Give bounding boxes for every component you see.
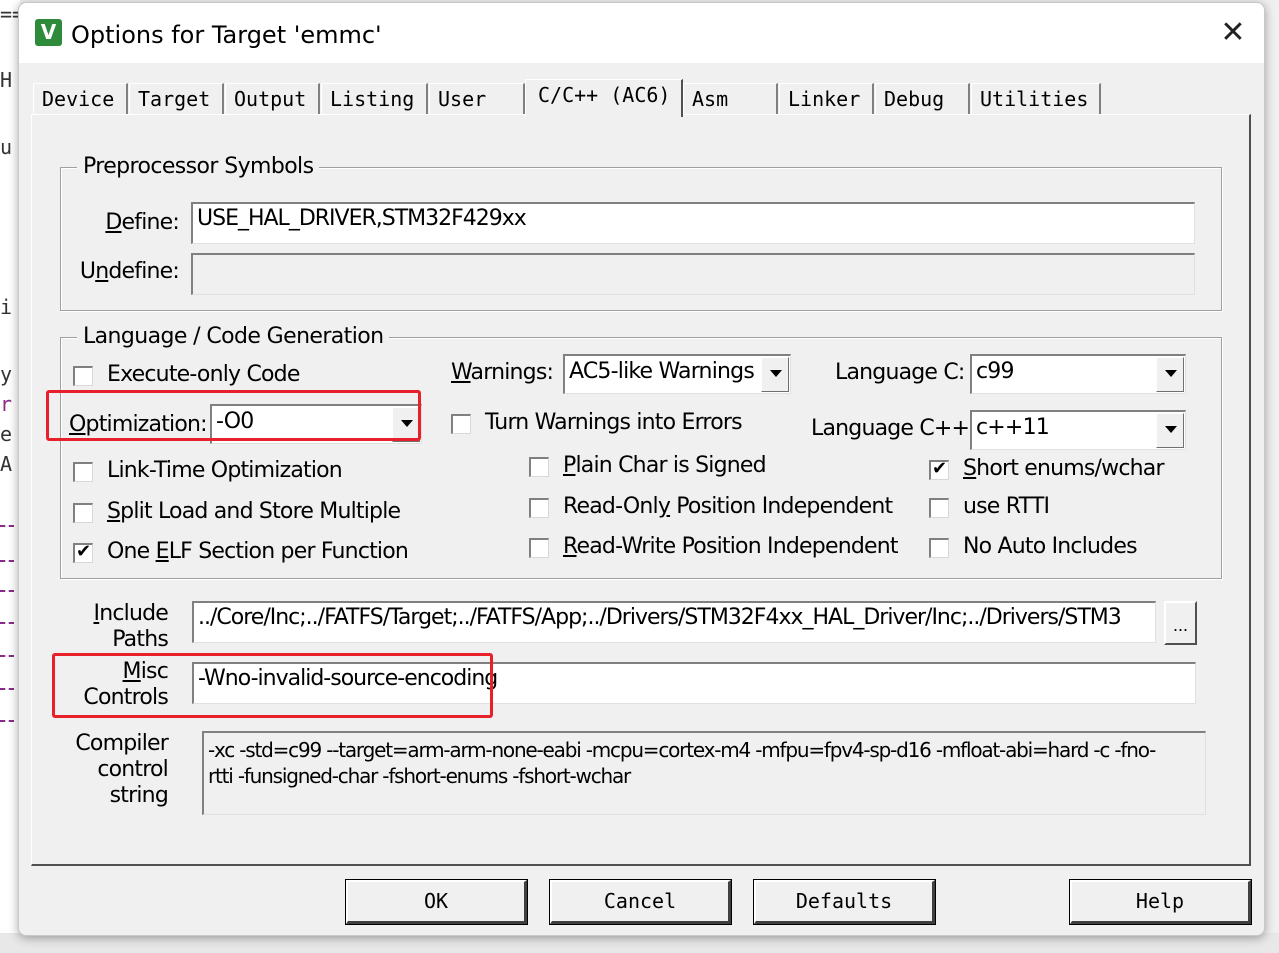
language-cpp-value: c++11: [976, 415, 1050, 440]
warnings-select[interactable]: AC5-like Warnings: [563, 354, 791, 394]
compiler-control-label: Compiler control string: [75, 731, 168, 808]
short-enums-label: Short enums/wchar: [963, 456, 1165, 481]
ok-button[interactable]: OK: [345, 879, 528, 925]
close-icon[interactable]: ✕: [1215, 16, 1251, 50]
preprocessor-group: Preprocessor Symbols Define: USE_HAL_DRI…: [60, 154, 1222, 311]
background-statusbar: [0, 933, 1279, 953]
defaults-button[interactable]: Defaults: [753, 879, 936, 925]
help-button[interactable]: Help: [1069, 879, 1252, 925]
warnings-value: AC5-like Warnings: [569, 359, 755, 384]
include-browse-button[interactable]: ...: [1164, 601, 1197, 645]
tab-user[interactable]: User: [429, 83, 525, 114]
bg-glyph: e: [0, 422, 13, 446]
use-rtti-label: use RTTI: [963, 494, 1050, 519]
warnings-label: Warnings:: [451, 360, 554, 385]
tab-target[interactable]: Target: [129, 83, 224, 114]
bg-divider: [0, 525, 14, 527]
turn-warnings-checkbox[interactable]: [451, 414, 471, 434]
execute-only-label: Execute-only Code: [107, 362, 300, 387]
use-rtti-checkbox[interactable]: [929, 498, 949, 518]
bg-glyph: u: [0, 135, 13, 159]
compiler-control-string: -xc -std=c99 --target=arm-arm-none-eabi …: [202, 731, 1206, 815]
bg-divider: [0, 622, 14, 624]
bg-glyph: i: [0, 295, 13, 319]
rwpi-label: Read-Write Position Independent: [563, 534, 899, 559]
bg-glyph: y: [0, 362, 13, 386]
tab-debug[interactable]: Debug: [875, 83, 970, 114]
no-auto-includes-label: No Auto Includes: [963, 534, 1138, 559]
define-input[interactable]: USE_HAL_DRIVER,STM32F429xx: [191, 202, 1195, 244]
one-elf-label: One ELF Section per Function: [107, 539, 409, 564]
tab-utilities[interactable]: Utilities: [971, 83, 1101, 114]
tab-asm[interactable]: Asm: [683, 83, 778, 114]
language-group-label: Language / Code Generation: [77, 324, 390, 349]
title-bar: V Options for Target 'emmc' ✕: [19, 3, 1264, 63]
undefine-input[interactable]: [191, 253, 1195, 295]
link-time-checkbox[interactable]: [73, 462, 93, 482]
no-auto-includes-checkbox[interactable]: [929, 538, 949, 558]
cancel-button[interactable]: Cancel: [549, 879, 732, 925]
bg-divider: [0, 590, 14, 592]
plain-char-label: Plain Char is Signed: [563, 453, 767, 478]
tab-linker[interactable]: Linker: [779, 83, 874, 114]
short-enums-checkbox[interactable]: [929, 458, 949, 480]
bg-glyph: r: [0, 392, 13, 416]
chevron-down-icon[interactable]: [761, 357, 789, 392]
language-c-select[interactable]: c99: [970, 354, 1186, 394]
options-dialog: V Options for Target 'emmc' ✕ Device Tar…: [18, 2, 1265, 936]
bg-glyph: A: [0, 452, 13, 476]
chevron-down-icon[interactable]: [1156, 413, 1184, 448]
undefine-label: Undefine:: [79, 259, 180, 284]
language-cpp-select[interactable]: c++11: [970, 410, 1186, 450]
tab-cpp-ac6[interactable]: C/C++ (AC6): [525, 79, 683, 117]
rwpi-checkbox[interactable]: [529, 538, 549, 558]
tab-device[interactable]: Device: [33, 83, 128, 114]
link-time-label: Link-Time Optimization: [107, 458, 343, 483]
optimization-value: -O0: [216, 409, 254, 434]
bg-divider: [0, 655, 14, 657]
keil-app-icon: V: [35, 19, 62, 46]
preprocessor-group-label: Preprocessor Symbols: [77, 154, 320, 179]
misc-controls-input[interactable]: -Wno-invalid-source-encoding: [192, 662, 1196, 704]
language-group: Language / Code Generation Execute-only …: [60, 324, 1222, 579]
bg-divider: [0, 560, 14, 562]
bg-glyph: H: [0, 68, 13, 92]
turn-warnings-label: Turn Warnings into Errors: [485, 410, 743, 435]
background-editor: == H u i y r e A: [0, 0, 20, 953]
tab-listing[interactable]: Listing: [321, 83, 428, 114]
dialog-title: Options for Target 'emmc': [71, 21, 382, 49]
ropi-checkbox[interactable]: [529, 498, 549, 518]
bg-glyph: ==: [0, 2, 20, 26]
split-load-checkbox[interactable]: [73, 503, 93, 523]
language-cpp-label: Language C++:: [811, 416, 977, 441]
optimization-label: Optimization:: [69, 412, 208, 437]
misc-controls-label: Misc Controls: [83, 659, 168, 710]
include-paths-input[interactable]: ../Core/Inc;../FATFS/Target;../FATFS/App…: [192, 601, 1156, 643]
language-c-value: c99: [976, 359, 1014, 384]
optimization-select[interactable]: -O0: [210, 404, 422, 444]
tab-output[interactable]: Output: [225, 83, 320, 114]
bg-divider: [0, 720, 14, 722]
cpp-options-panel: Preprocessor Symbols Define: USE_HAL_DRI…: [31, 114, 1251, 866]
language-c-label: Language C:: [835, 360, 965, 385]
chevron-down-icon[interactable]: [392, 407, 420, 442]
chevron-down-icon[interactable]: [1156, 357, 1184, 392]
execute-only-checkbox[interactable]: [73, 366, 93, 386]
include-paths-label: Include Paths: [93, 601, 169, 652]
ropi-label: Read-Only Position Independent: [563, 494, 893, 519]
split-load-label: Split Load and Store Multiple: [107, 499, 401, 524]
define-label: Define:: [105, 210, 179, 235]
bg-divider: [0, 688, 14, 690]
plain-char-checkbox[interactable]: [529, 457, 549, 477]
one-elf-checkbox[interactable]: [73, 541, 93, 563]
